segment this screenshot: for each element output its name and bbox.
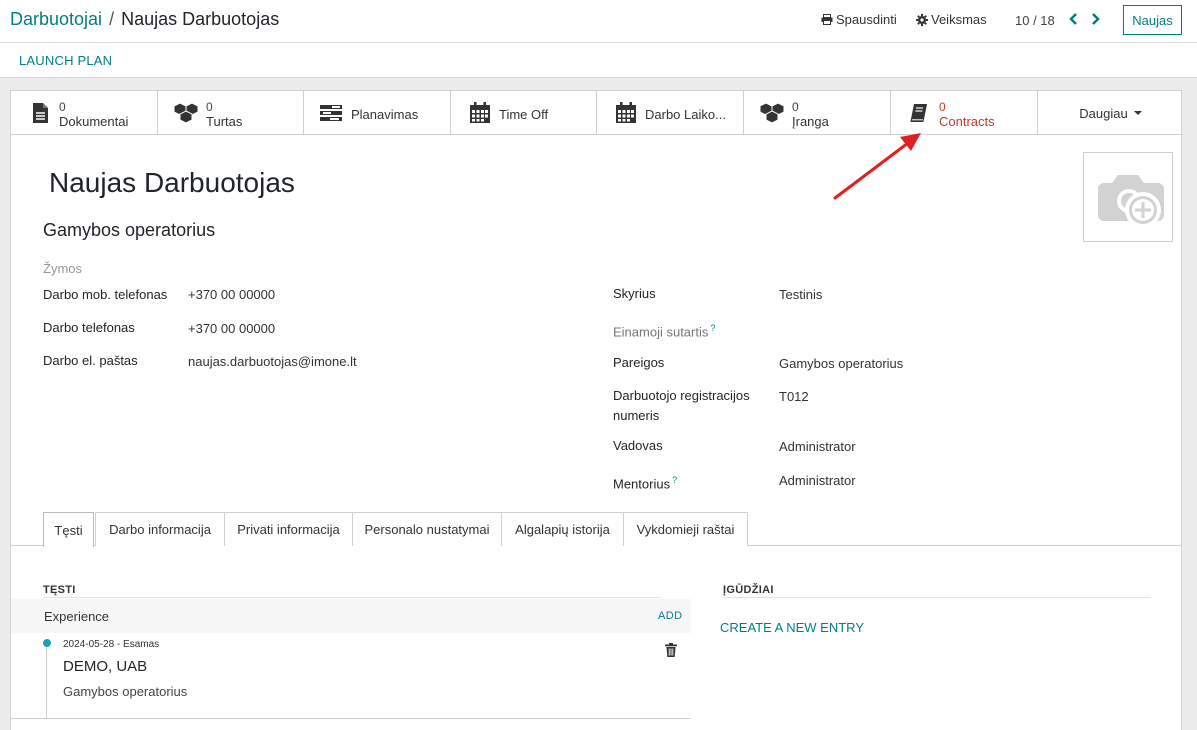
resume-line-name[interactable]: DEMO, UAB [63,658,147,675]
calendar-icon [470,102,490,123]
work-phone-field[interactable]: +370 00 00000 [188,319,275,339]
smart-button-label: Contracts [939,114,995,129]
camera-plus-icon [1098,175,1164,228]
print-button[interactable]: Spausdinti [821,12,897,27]
department-field[interactable]: Testinis [779,285,822,305]
resume-group-title: Experience [44,609,110,624]
registration-number-label: Darbuotojo registracijos numeris [613,388,750,423]
control-panel: Darbuotojai / Naujas Darbuotojas Spausdi… [0,0,1197,43]
book-icon [910,104,927,122]
caret-down-icon [1133,111,1142,115]
add-resume-line-button[interactable]: ADD [658,610,682,622]
tab-hr-settings[interactable]: Personalo nustatymai [352,512,502,546]
smart-button-work-time[interactable]: Darbo Laiko... [597,91,744,135]
timeline-dot [43,639,51,647]
gear-icon [916,13,928,26]
resume-group-header: Experience ADD [11,599,691,633]
section-divider [43,597,661,598]
smart-button-count: 0 [59,100,66,114]
action-button[interactable]: Veiksmas [916,12,987,27]
breadcrumb-current: Naujas Darbuotojas [121,9,280,29]
tab-enforcement-documents[interactable]: Vykdomieji raštai [623,512,748,546]
employee-name-field[interactable]: Naujas Darbuotojas [49,167,295,199]
smart-button-label: Time Off [499,107,549,122]
department-label: Skyrius [613,286,656,301]
avatar-upload[interactable] [1083,152,1173,242]
job-title-field[interactable]: Gamybos operatorius [43,220,215,241]
launch-plan-button[interactable]: LAUNCH PLAN [19,53,112,68]
smart-button-label: Įranga [792,114,829,129]
smart-button-assets[interactable]: 0 Turtas [158,91,304,135]
cubes-icon [173,102,199,124]
smart-button-count: 0 [206,100,213,114]
smart-button-documents[interactable]: 0 Dokumentai [11,91,158,135]
new-button[interactable]: Naujas [1123,5,1182,35]
manager-label: Vadovas [613,438,663,453]
more-label: Daugiau [1079,105,1128,121]
coach-label: Mentorius? [613,475,678,492]
resume-line-description: Gamybos operatorius [63,684,188,699]
smart-button-label: Darbo Laiko... [645,107,726,122]
cubes-icon [759,102,785,124]
notebook-tabs: Tęsti Darbo informacija Privati informac… [11,512,1182,547]
chevron-left-icon[interactable] [1066,10,1082,28]
tab-private-information[interactable]: Privati informacija [224,512,353,546]
action-label: Veiksmas [931,12,987,27]
work-email-field[interactable]: naujas.darbuotojas@imone.lt [188,352,357,372]
smart-button-time-off[interactable]: Time Off [451,91,597,135]
help-tooltip-icon[interactable]: ? [672,475,677,485]
help-tooltip-icon[interactable]: ? [710,323,715,333]
manager-field[interactable]: Administrator [779,437,856,457]
form-sheet: 0 Dokumentai 0 Turtas Planavimas Time Of… [10,90,1183,730]
work-mobile-field[interactable]: +370 00 00000 [188,285,275,305]
section-divider [11,718,691,719]
print-icon [821,14,833,25]
work-mobile-label: Darbo mob. telefonas [43,287,168,302]
job-position-label: Pareigos [613,355,665,370]
resume-line-date: 2024-05-28 - Esamas [63,639,160,650]
tab-resume[interactable]: Tęsti [43,512,94,547]
chevron-right-icon[interactable] [1087,10,1103,28]
resume-section-title: TĘSTI [43,584,76,596]
smart-button-count: 0 [792,100,799,114]
print-label: Spausdinti [836,12,897,27]
header-buttons-bar: LAUNCH PLAN [0,43,1197,78]
smart-buttons-row: 0 Dokumentai 0 Turtas Planavimas Time Of… [11,91,1183,135]
coach-field[interactable]: Administrator [779,471,856,491]
calendar-icon [616,102,636,123]
smart-button-label: Turtas [206,114,243,129]
work-phone-label: Darbo telefonas [43,320,135,335]
section-divider [723,597,1151,598]
breadcrumb: Darbuotojai / Naujas Darbuotojas [10,9,279,30]
breadcrumb-parent-link[interactable]: Darbuotojai [10,9,102,29]
timeline-line [46,647,47,719]
create-skill-entry-button[interactable]: CREATE A NEW ENTRY [720,620,864,635]
document-icon [33,103,48,123]
skills-section-title: ĮGŪDŽIAI [723,584,774,596]
more-dropdown-button[interactable]: Daugiau [1038,91,1183,135]
smart-button-planning[interactable]: Planavimas [304,91,451,135]
trash-icon[interactable] [665,643,677,657]
breadcrumb-separator: / [109,9,115,29]
tasks-icon [320,105,342,121]
registration-number-field[interactable]: T012 [779,387,809,407]
smart-button-equipment[interactable]: 0 Įranga [744,91,891,135]
smart-button-label: Dokumentai [59,114,129,129]
tags-field[interactable]: Žymos [43,261,82,276]
tab-work-information[interactable]: Darbo informacija [95,512,225,546]
smart-button-contracts[interactable]: 0 Contracts [891,91,1038,135]
job-position-field[interactable]: Gamybos operatorius [779,354,903,374]
smart-button-count: 0 [939,100,946,114]
tab-payslip-history[interactable]: Algalapių istorija [501,512,624,546]
pager-value[interactable]: 10 / 18 [1015,13,1055,28]
current-contract-label: Einamoji sutartis? [613,323,716,340]
work-email-label: Darbo el. paštas [43,353,138,368]
smart-button-label: Planavimas [351,107,419,122]
